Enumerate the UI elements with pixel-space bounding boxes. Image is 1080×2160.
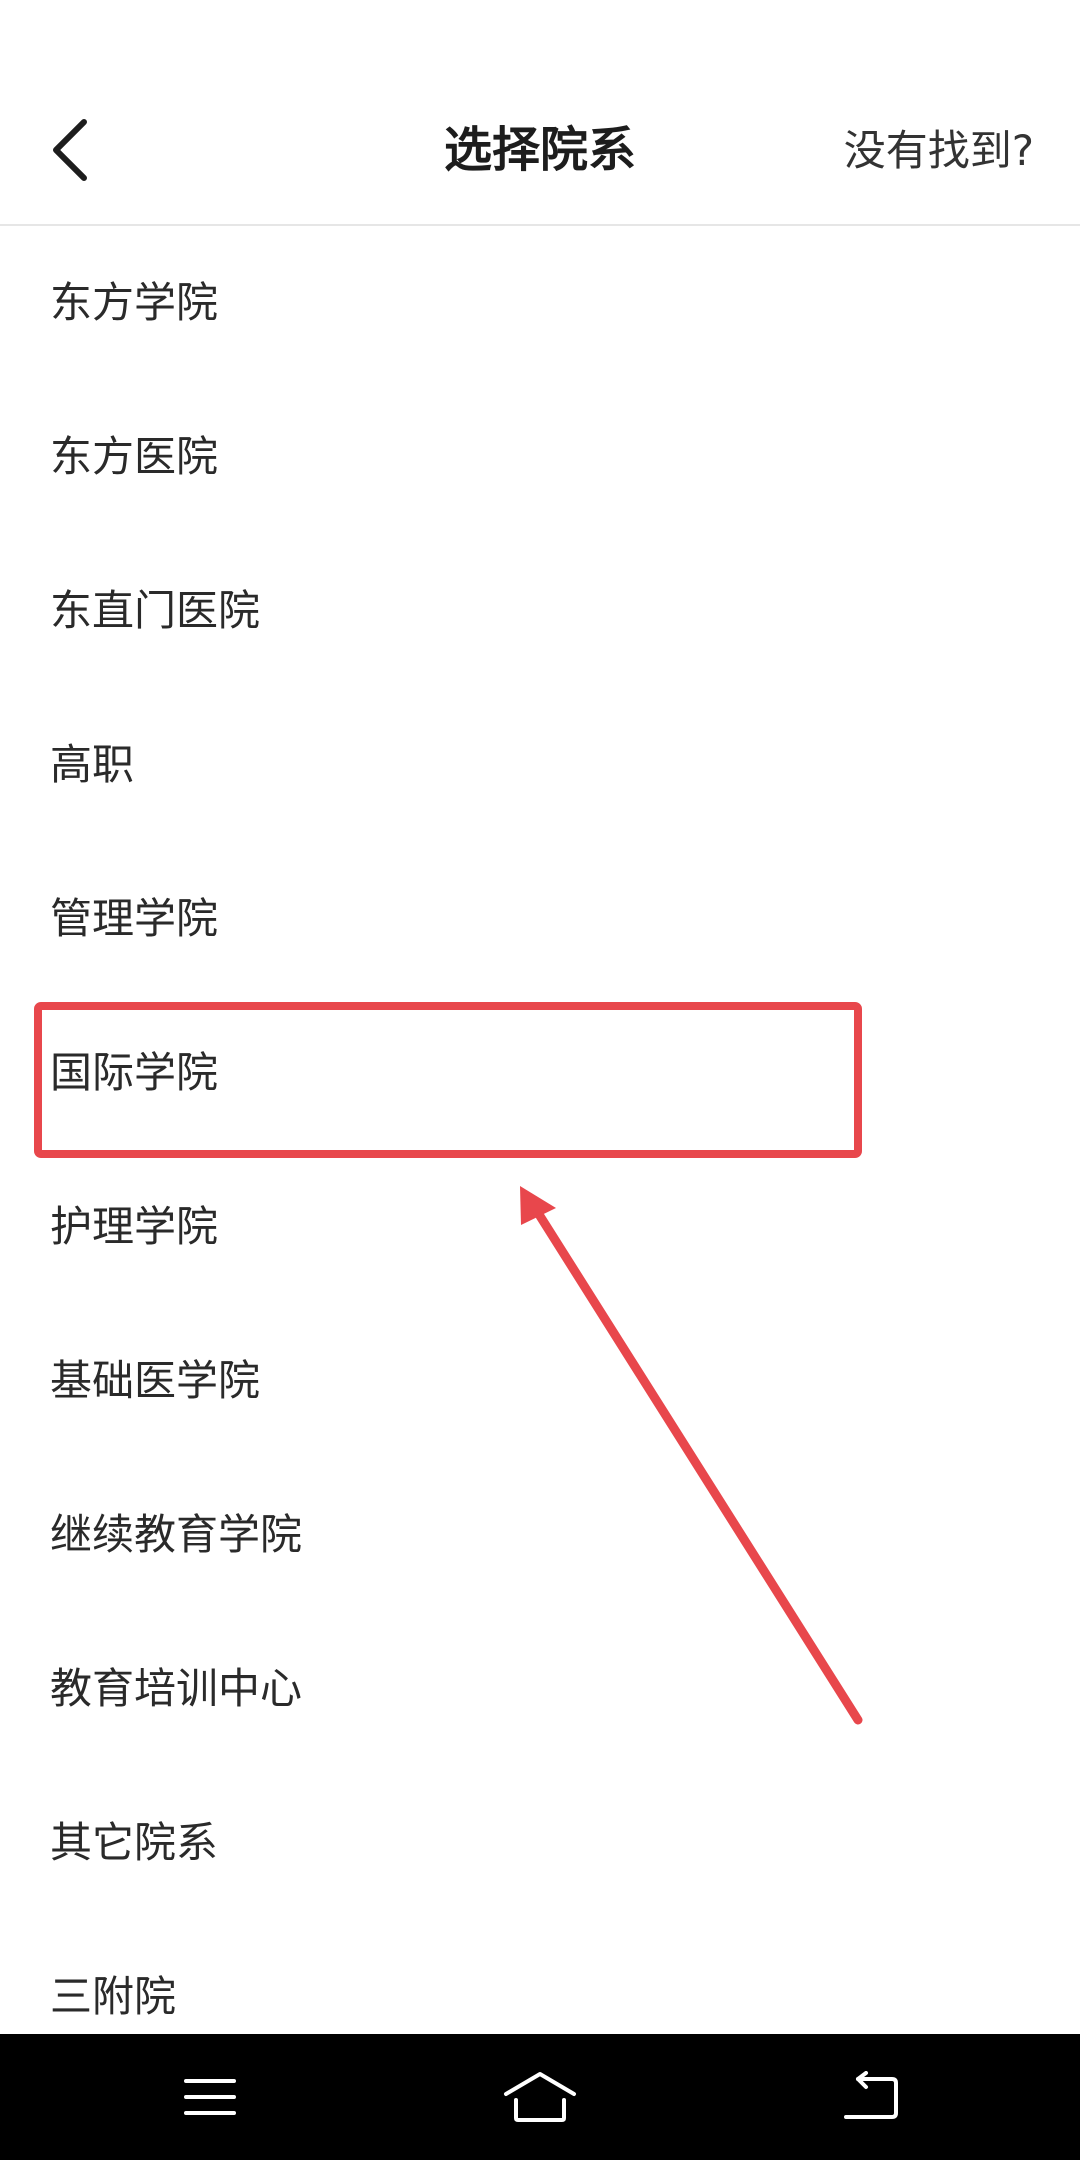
list-item-label: 东直门医院 — [50, 586, 261, 635]
menu-icon — [184, 2079, 236, 2115]
not-found-link[interactable]: 没有找到? — [844, 120, 1034, 182]
list-item-label: 高职 — [50, 740, 135, 789]
list-item[interactable]: 其它院系 — [0, 1766, 1080, 1920]
list-item-label: 三附院 — [50, 1972, 177, 2021]
top-bar: 选择院系 没有找到? — [0, 0, 1080, 226]
list-item[interactable]: 基础医学院 — [0, 1304, 1080, 1458]
list-item[interactable]: 东直门医院 — [0, 534, 1080, 688]
list-item-label: 基础医学院 — [50, 1356, 261, 1405]
list-item[interactable]: 东方医院 — [0, 380, 1080, 534]
chevron-left-icon — [53, 119, 87, 181]
list-item-label: 国际学院 — [50, 1048, 219, 1097]
department-list: 东方学院 东方医院 东直门医院 高职 管理学院 国际学院 护理学院 基础医学院 … — [0, 226, 1080, 2034]
list-item[interactable]: 护理学院 — [0, 1150, 1080, 1304]
return-button[interactable] — [810, 2052, 930, 2142]
list-item-highlighted[interactable]: 国际学院 — [0, 996, 1080, 1150]
list-item-label: 东方医院 — [50, 432, 219, 481]
system-navigation-bar — [0, 2034, 1080, 2160]
back-button[interactable] — [40, 110, 100, 190]
list-item[interactable]: 教育培训中心 — [0, 1612, 1080, 1766]
list-item-label: 护理学院 — [50, 1202, 219, 1251]
list-item[interactable]: 管理学院 — [0, 842, 1080, 996]
list-item[interactable]: 三附院 — [0, 1920, 1080, 2034]
list-item-label: 继续教育学院 — [50, 1510, 303, 1559]
list-item[interactable]: 继续教育学院 — [0, 1458, 1080, 1612]
list-item[interactable]: 东方学院 — [0, 226, 1080, 380]
list-item-label: 东方学院 — [50, 278, 219, 327]
home-button[interactable] — [480, 2052, 600, 2142]
return-icon — [844, 2071, 898, 2119]
list-item-label: 管理学院 — [50, 894, 219, 943]
list-item[interactable]: 高职 — [0, 688, 1080, 842]
menu-button[interactable] — [150, 2052, 270, 2142]
list-item-label: 教育培训中心 — [50, 1664, 303, 1713]
list-item-label: 其它院系 — [50, 1818, 219, 1867]
home-icon — [504, 2072, 576, 2122]
page: 选择院系 没有找到? 东方学院 东方医院 东直门医院 高职 管理学院 国际学院 … — [0, 0, 1080, 2160]
